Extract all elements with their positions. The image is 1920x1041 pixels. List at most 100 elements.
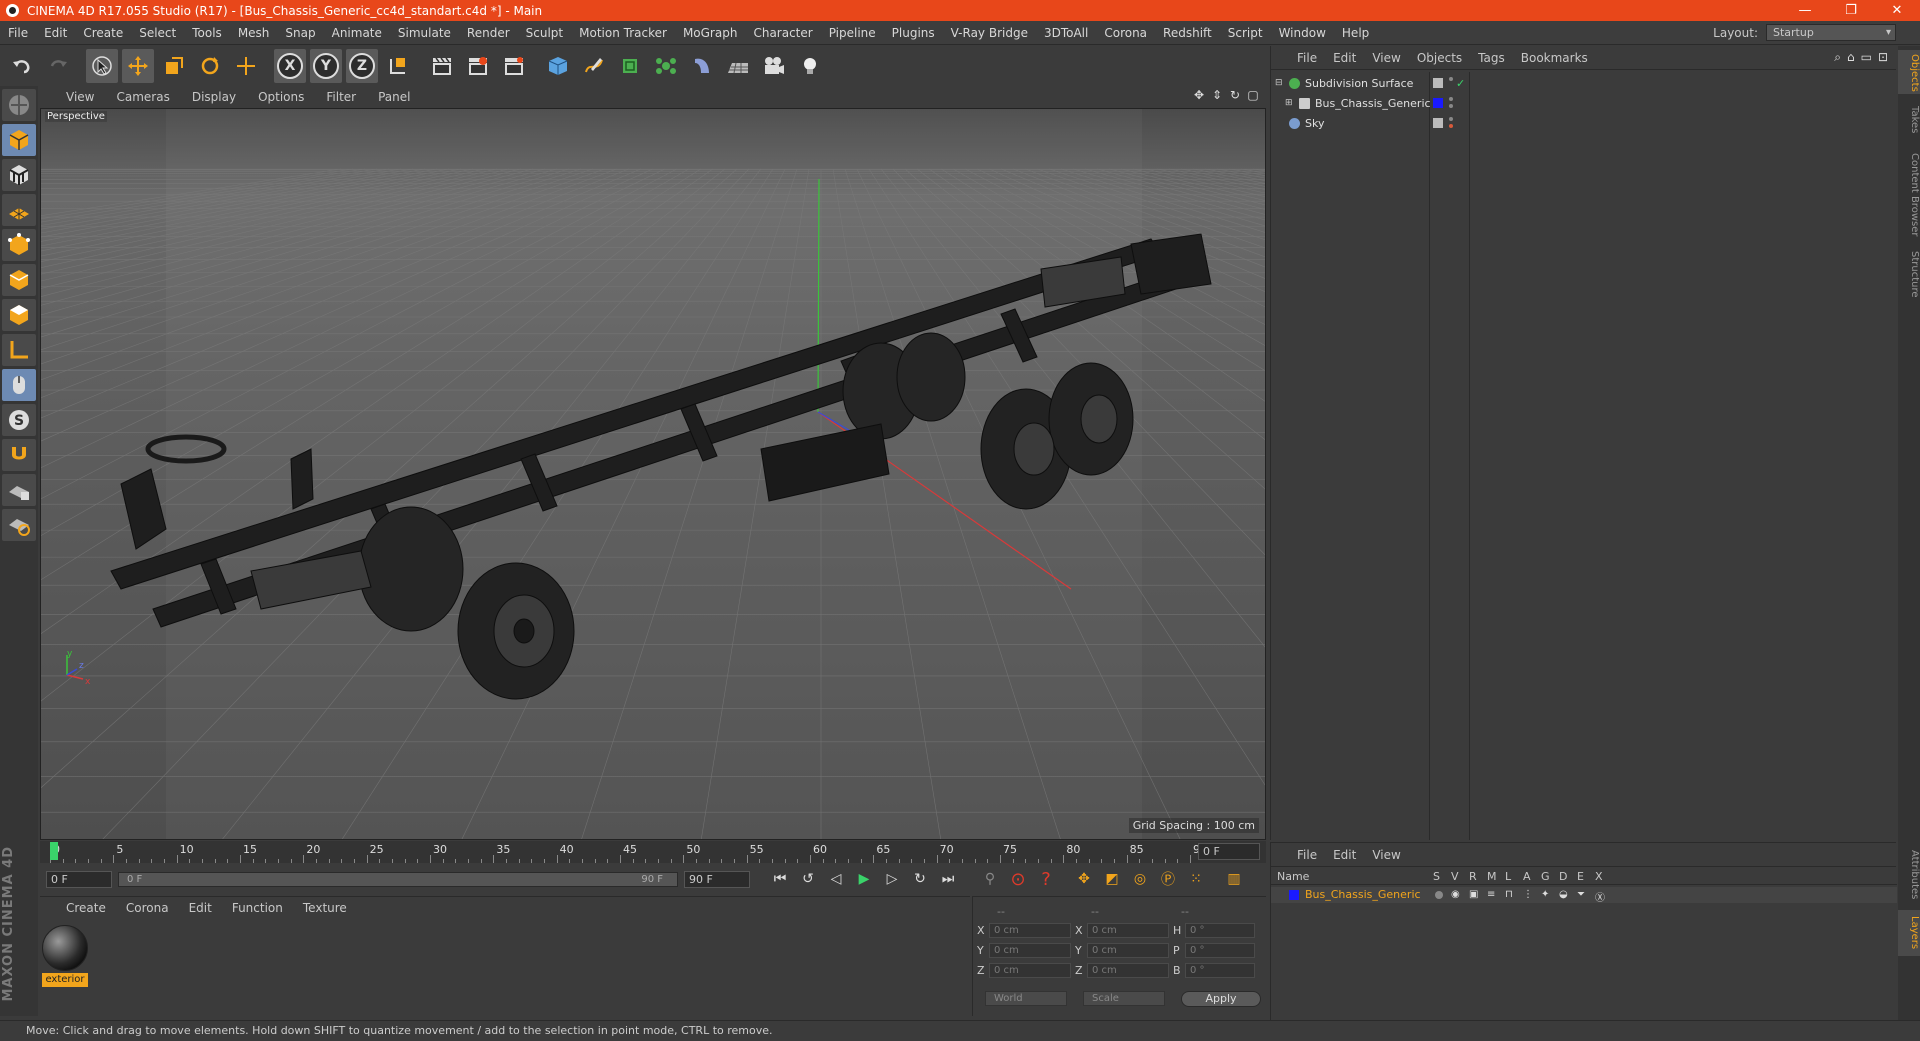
enabled-check-icon[interactable]: ✓ [1456, 77, 1465, 90]
position-x-field[interactable]: 0 cm [989, 923, 1071, 938]
redo-button[interactable] [42, 49, 74, 83]
eye-icon[interactable]: ◉ [1451, 889, 1460, 900]
object-row-subdivision-surface[interactable]: ⊟ Subdivision Surface ✓ [1271, 74, 1897, 92]
expand-icon[interactable]: ⊞ [1285, 98, 1293, 108]
layers-menu-view[interactable]: View [1364, 848, 1408, 862]
menu-character[interactable]: Character [745, 21, 820, 45]
object-name[interactable]: Bus_Chassis_Generic [1315, 97, 1431, 110]
position-z-field[interactable]: 0 cm [989, 963, 1071, 978]
column-view[interactable]: V [1451, 870, 1459, 883]
viewport-menu-display[interactable]: Display [180, 90, 246, 104]
tab-structure[interactable]: Structure [1898, 246, 1920, 302]
column-manager[interactable]: M [1487, 870, 1497, 883]
orbit-icon[interactable]: ↻ [1228, 88, 1242, 102]
add-deformer-button[interactable] [686, 49, 718, 83]
undo-button[interactable] [6, 49, 38, 83]
size-x-field[interactable]: 0 cm [1087, 923, 1169, 938]
objects-menu-bookmarks[interactable]: Bookmarks [1513, 51, 1596, 65]
timeline-ruler[interactable]: 051015202530354045505560657075808590 0 F [40, 841, 1266, 863]
menu-simulate[interactable]: Simulate [390, 21, 459, 45]
minimize-button[interactable]: — [1782, 0, 1828, 21]
key-position-button[interactable]: ✥ [1071, 866, 1097, 892]
column-solo[interactable]: S [1433, 870, 1440, 883]
render-settings-button[interactable] [498, 49, 530, 83]
current-frame-field[interactable]: 0 F [1198, 843, 1260, 860]
previous-key-button[interactable]: ↺ [795, 866, 821, 892]
add-environment-button[interactable] [722, 49, 754, 83]
menu-tools[interactable]: Tools [184, 21, 230, 45]
rotate-tool-button[interactable] [194, 49, 226, 83]
material-label-exterior[interactable]: exterior [42, 973, 88, 987]
menu-snap[interactable]: Snap [277, 21, 323, 45]
lock-workplane-button[interactable] [2, 474, 36, 506]
menu-mesh[interactable]: Mesh [230, 21, 278, 45]
render-visibility-dot[interactable] [1449, 104, 1453, 108]
planar-workplane-button[interactable] [2, 509, 36, 541]
material-menu-function[interactable]: Function [220, 901, 291, 915]
objects-menu-edit[interactable]: Edit [1325, 51, 1364, 65]
apply-button[interactable]: Apply [1181, 991, 1261, 1007]
generator-icon[interactable]: ✦ [1541, 889, 1549, 900]
search-icon[interactable]: ⌕ [1834, 50, 1841, 65]
model-mode-button[interactable] [2, 124, 36, 156]
lock-icon[interactable]: ⊓ [1505, 889, 1513, 900]
goto-start-button[interactable]: ⏮ [767, 866, 793, 892]
layer-row-bus-chassis[interactable]: Bus_Chassis_Generic ◉ ▣ ≡ ⊓ ⋮ ✦ ◒ ⏷ Ⓧ [1271, 887, 1897, 904]
end-frame-field[interactable]: 90 F [684, 870, 750, 888]
texture-mode-button[interactable] [2, 159, 36, 191]
record-key-button[interactable]: ⊙ [1005, 866, 1031, 892]
objects-menu-objects[interactable]: Objects [1409, 51, 1470, 65]
magnet-button[interactable] [2, 439, 36, 471]
object-name[interactable]: Sky [1305, 117, 1324, 130]
layer-name[interactable]: Bus_Chassis_Generic [1305, 888, 1421, 901]
render-picture-viewer-button[interactable] [462, 49, 494, 83]
menu-motion-tracker[interactable]: Motion Tracker [571, 21, 675, 45]
rotation-b-field[interactable]: 0 ° [1185, 963, 1255, 978]
position-y-field[interactable]: 0 cm [989, 943, 1071, 958]
scale-tool-button[interactable] [158, 49, 190, 83]
viewport-menu-options[interactable]: Options [246, 90, 314, 104]
goto-end-button[interactable]: ⏭ [935, 866, 961, 892]
tab-layers[interactable]: Layers [1898, 910, 1920, 956]
play-button[interactable]: ▶ [851, 866, 877, 892]
points-mode-button[interactable] [2, 229, 36, 261]
size-y-field[interactable]: 0 cm [1087, 943, 1169, 958]
previous-frame-button[interactable]: ◁ [823, 866, 849, 892]
material-menu-create[interactable]: Create [54, 901, 114, 915]
restore-button[interactable]: ❐ [1828, 0, 1874, 21]
column-deformers[interactable]: D [1559, 870, 1567, 883]
menu-mograph[interactable]: MoGraph [675, 21, 746, 45]
layers-menu-file[interactable]: File [1289, 848, 1325, 862]
editor-visibility-dot[interactable] [1449, 117, 1453, 121]
next-frame-button[interactable]: ▷ [879, 866, 905, 892]
coordinate-system-button[interactable] [382, 49, 414, 83]
viewport-menu-panel[interactable]: Panel [366, 90, 420, 104]
z-axis-lock-button[interactable]: Z [346, 49, 378, 83]
start-frame-field[interactable]: 0 F [46, 870, 112, 888]
next-key-button[interactable]: ↻ [907, 866, 933, 892]
render-view-button[interactable] [426, 49, 458, 83]
recent-tool-button[interactable] [230, 49, 262, 83]
playhead[interactable] [50, 842, 58, 860]
camera-label[interactable]: Perspective [45, 111, 107, 122]
coordinate-mode-select[interactable]: Scale [1083, 991, 1165, 1006]
render-icon[interactable]: ▣ [1469, 889, 1478, 900]
add-camera-button[interactable] [758, 49, 790, 83]
material-menu-texture[interactable]: Texture [291, 901, 355, 915]
object-row-sky[interactable]: Sky [1271, 114, 1897, 132]
material-thumbnail-exterior[interactable] [42, 925, 88, 971]
column-xref[interactable]: X [1595, 870, 1603, 883]
add-mograph-button[interactable] [650, 49, 682, 83]
column-generators[interactable]: G [1541, 870, 1550, 883]
coordinate-space-select[interactable]: World [985, 991, 1067, 1006]
maximize-view-icon[interactable]: ▢ [1246, 88, 1260, 102]
solo-toggle[interactable] [1435, 891, 1443, 899]
xref-icon[interactable]: Ⓧ [1595, 889, 1605, 904]
key-scale-button[interactable]: ◩ [1099, 866, 1125, 892]
add-cube-button[interactable] [542, 49, 574, 83]
pan-icon[interactable]: ✥ [1192, 88, 1206, 102]
objects-menu-tags[interactable]: Tags [1470, 51, 1513, 65]
new-window-icon[interactable]: ▭ [1861, 50, 1872, 65]
manager-icon[interactable]: ≡ [1487, 889, 1495, 900]
menu-file[interactable]: File [0, 21, 36, 45]
